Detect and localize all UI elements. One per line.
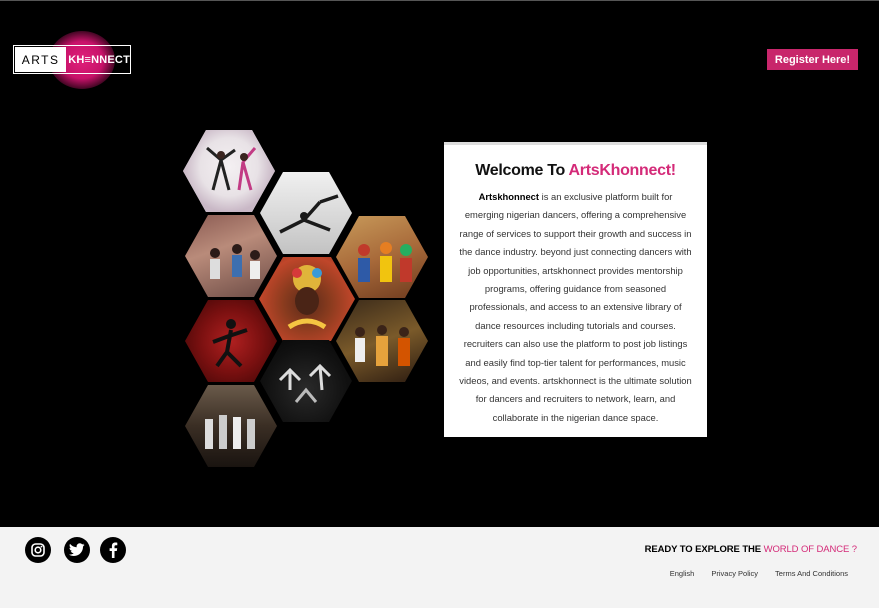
welcome-title-prefix: Welcome To <box>475 162 569 179</box>
street-dance-crew-photo <box>185 215 277 297</box>
top-divider <box>0 0 879 1</box>
traditional-dancers-figure-icon <box>355 325 410 366</box>
twitter-icon[interactable] <box>64 537 90 563</box>
welcome-card: Welcome To ArtsKhonnect! Artskhonnect is… <box>444 142 707 437</box>
welcome-body-text: is an exclusive platform built for emerg… <box>459 191 692 423</box>
crew-figures-icon <box>210 244 260 279</box>
welcome-title-brand: ArtsKhonnect! <box>568 162 677 179</box>
troupe-figures-icon <box>358 242 412 282</box>
jumping-dancers-figure-icon <box>278 363 332 403</box>
dancers-in-red-light-photo <box>185 300 277 382</box>
footer-link-english[interactable]: English <box>670 569 695 578</box>
dance-crew-stage-photo <box>185 385 277 467</box>
footer: READY TO EXPLORE THE WORLD OF DANCE ? En… <box>0 527 879 608</box>
welcome-body-brand: Artskhonnect <box>478 191 540 202</box>
dancers-leaping-figure-icon <box>206 146 257 191</box>
explore-tagline: READY TO EXPLORE THE WORLD OF DANCE ? <box>645 544 857 555</box>
explore-prefix: READY TO EXPLORE THE <box>644 544 764 555</box>
acrobat-figure-icon <box>279 194 339 234</box>
site-logo[interactable]: ARTS KH≡NNECT <box>13 31 131 89</box>
dance-photo-collage <box>0 0 879 527</box>
dancers-leaping-photo <box>183 130 275 212</box>
facebook-icon[interactable] <box>100 537 126 563</box>
masquerade-headdress-icon <box>287 265 327 330</box>
logo-arts-text: ARTS <box>15 47 67 72</box>
footer-link-privacy[interactable]: Privacy Policy <box>711 569 758 578</box>
dancer-acrobatic-pose-photo <box>260 172 352 254</box>
logo-frame: ARTS KH≡NNECT <box>13 45 131 74</box>
footer-links: English Privacy Policy Terms And Conditi… <box>670 569 848 578</box>
traditional-dancers-group-photo <box>336 300 428 382</box>
logo-khonnect-text: KH≡NNECT <box>68 53 130 66</box>
red-dancer-figure-icon <box>212 319 248 368</box>
instagram-icon[interactable] <box>25 537 51 563</box>
masquerade-dancer-portrait-photo <box>259 257 355 341</box>
explore-highlight: WORLD OF DANCE ? <box>763 544 858 555</box>
welcome-title: Welcome To ArtsKhonnect! <box>458 162 693 180</box>
footer-link-terms[interactable]: Terms And Conditions <box>775 569 848 578</box>
register-button[interactable]: Register Here! <box>767 49 858 70</box>
stage-dancers-jumping-photo <box>260 340 352 422</box>
crew-on-stage-figure-icon <box>205 415 255 449</box>
welcome-description: Artskhonnect is an exclusive platform bu… <box>458 188 693 427</box>
cultural-dance-troupe-photo <box>336 216 428 298</box>
